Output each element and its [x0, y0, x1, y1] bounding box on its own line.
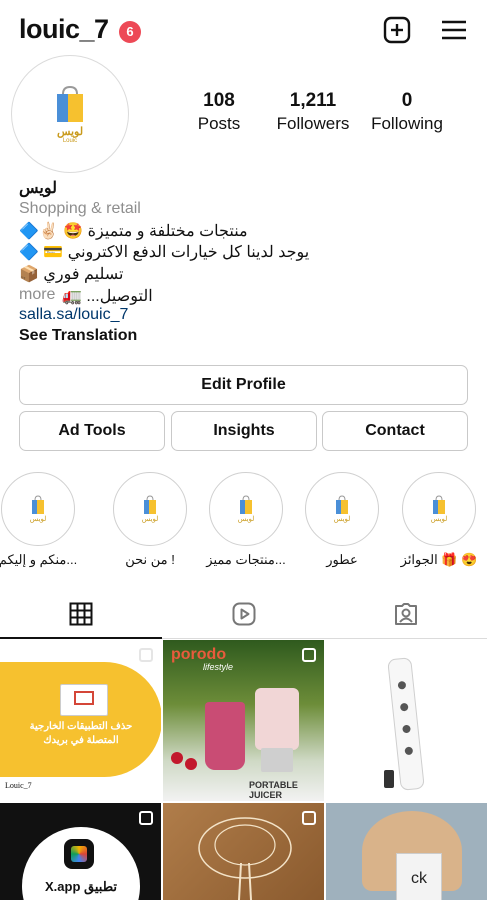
posts-count: 108 [203, 90, 235, 111]
avatar-logo-text: لويس [56, 126, 84, 138]
profile-username[interactable]: louic_7 [19, 14, 109, 45]
active-tab-indicator [0, 637, 162, 639]
notification-badge[interactable]: 6 [119, 21, 141, 43]
shopping-bag-icon [433, 495, 445, 514]
multi-post-icon [302, 811, 316, 825]
story-highlight[interactable]: لويس [1, 472, 75, 546]
highlight-label: منكم و إليكم... [0, 552, 78, 567]
highlight-cover: لويس [118, 477, 182, 541]
following-stat[interactable]: 0 Following [366, 90, 448, 134]
post-tag: Louic_7 [3, 781, 34, 790]
posts-stat[interactable]: 108 Posts [183, 90, 255, 134]
highlight-logo-text: لويس [141, 516, 159, 523]
highlight-logo-text: لويس [333, 516, 351, 523]
shopping-bag-icon [336, 495, 348, 514]
bio-more-link[interactable]: more [19, 286, 55, 304]
profile-link[interactable]: salla.sa/louic_7 [19, 306, 128, 324]
post-product-title: PORTABLE JUICER [249, 780, 298, 800]
highlight-logo-text: لويس [29, 516, 47, 523]
bio-line-2: يوجد لدينا كل خيارات الدفع الاكتروني 💳 🔷 [19, 244, 310, 261]
shopping-bag-icon [57, 85, 83, 122]
following-count: 0 [401, 90, 413, 111]
post-tile[interactable] [326, 640, 487, 801]
bio-line-4: التوصيل... 🚛 [62, 288, 153, 305]
ad-tools-button[interactable]: Ad Tools [19, 411, 165, 451]
see-translation-link[interactable]: See Translation [19, 327, 137, 345]
post-app-text: تطبيق X.app [45, 879, 117, 894]
post-tile[interactable]: حذف التطبيقات الخارجية المتصلة في بريدك … [0, 640, 161, 801]
profile-category: Shopping & retail [19, 200, 141, 217]
story-highlight[interactable]: لويس [305, 472, 379, 546]
followers-label: Followers [276, 114, 350, 133]
multi-post-icon [139, 648, 153, 662]
highlight-label: الجوائز 🎁 😍 [400, 552, 478, 567]
shopping-bag-icon [240, 495, 252, 514]
shopping-bag-icon [32, 495, 44, 514]
contact-button[interactable]: Contact [322, 411, 468, 451]
story-highlight[interactable]: لويس [402, 472, 476, 546]
highlight-label: منتجات مميز... [206, 552, 286, 567]
posts-label: Posts [197, 114, 241, 133]
tab-divider [162, 638, 487, 639]
highlight-cover: لويس [407, 477, 471, 541]
insights-button[interactable]: Insights [171, 411, 317, 451]
juicer-bottle [255, 688, 299, 750]
create-post-icon[interactable] [383, 16, 411, 44]
menu-icon[interactable] [441, 18, 467, 42]
grid-tab-icon[interactable] [68, 601, 94, 627]
laptop-illustration [60, 684, 108, 716]
highlight-cover: لويس [6, 477, 70, 541]
bio-line-1: منتجات مختلفة و متميزة 🤩 ✌🏻🔷 [19, 223, 248, 240]
highlight-logo-text: لويس [237, 516, 255, 523]
app-logo-icon [64, 839, 94, 869]
post-tile[interactable]: تطبيق X.app [0, 803, 161, 900]
followers-stat[interactable]: 1,211 Followers [270, 90, 356, 134]
profile-avatar[interactable]: لويس Louic [11, 55, 129, 173]
perfume-bottle: ck [396, 853, 442, 900]
post-tile[interactable]: ck [326, 803, 487, 900]
following-label: Following [371, 114, 443, 133]
highlight-label: من نحن ! [125, 552, 175, 567]
highlight-cover: لويس [310, 477, 374, 541]
followers-count: 1,211 [289, 90, 337, 111]
story-highlight[interactable]: لويس [209, 472, 283, 546]
shopping-bag-icon [144, 495, 156, 514]
highlight-cover: لويس [214, 477, 278, 541]
highlight-label: عطور [326, 552, 358, 567]
profile-display-name: لويس [19, 180, 57, 197]
juice-glass [205, 702, 245, 770]
post-tile[interactable] [163, 803, 324, 900]
tagged-tab-icon[interactable] [393, 601, 419, 627]
edit-profile-button[interactable]: Edit Profile [19, 365, 468, 405]
post-caption-text: حذف التطبيقات الخارجية المتصلة في بريدك [29, 721, 133, 746]
post-tile[interactable]: porodo lifestyle PORTABLE JUICER [163, 640, 324, 801]
brand-logo: لويس Louic [53, 84, 87, 144]
wooden-tree-illustration [198, 817, 292, 900]
highlight-logo-text: لويس [430, 516, 448, 523]
reels-tab-icon[interactable] [231, 601, 257, 627]
post-brand-sub: lifestyle [203, 662, 234, 672]
bio-line-3: تسليم فوري 📦 [19, 266, 124, 283]
multi-post-icon [302, 648, 316, 662]
story-highlight[interactable]: لويس [113, 472, 187, 546]
multi-post-icon [139, 811, 153, 825]
